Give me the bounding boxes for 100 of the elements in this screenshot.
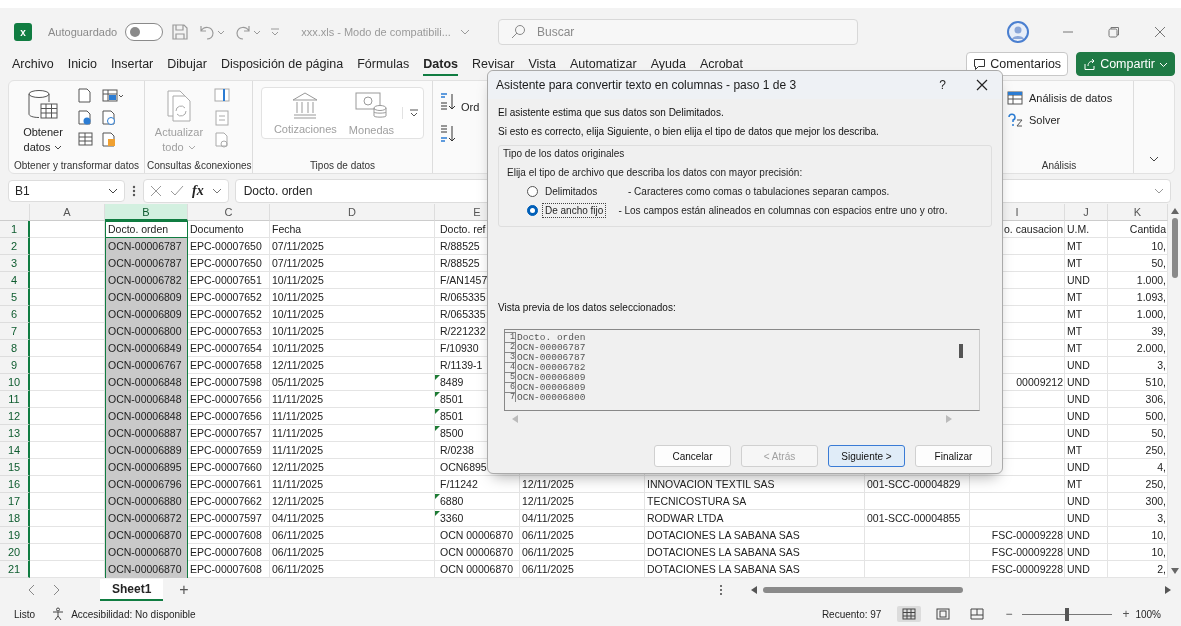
- table-cell-text: 50,: [1150, 256, 1167, 271]
- table-cell-text: 10,: [1150, 239, 1167, 254]
- table-cell: R/065335: [440, 291, 486, 303]
- table-cell-text: 11/11/2025: [271, 426, 324, 441]
- table-cell-text: 500,: [1144, 409, 1167, 424]
- table-cell-text: MT: [1066, 290, 1084, 305]
- table-cell-text: MT: [1066, 324, 1084, 339]
- table-cell-text: 10/11/2025: [271, 290, 325, 305]
- group-label: Obtener y transformar datos: [12, 160, 141, 171]
- table-cell: OCN 00006870: [440, 529, 513, 541]
- table-cell-text: 10/11/2025: [271, 307, 325, 322]
- table-cell-text: 4,: [1156, 460, 1167, 475]
- preview-line: OCN-00006809: [517, 381, 586, 393]
- dialog-text: El asistente estima que sus datos son Delimitados.: [498, 107, 725, 118]
- table-cell: OCN 00006870: [440, 563, 513, 575]
- table-cell-text: EPC-00007656: [189, 392, 263, 407]
- table-cell-text: 11/11/2025: [271, 443, 324, 458]
- table-cell-text: MT: [1066, 307, 1084, 322]
- table-cell: OCN-00006889: [105, 442, 188, 459]
- table-cell: OCN-00006895: [105, 459, 188, 476]
- table-cell: 6880: [440, 495, 464, 507]
- table-cell-text: 07/11/2025: [271, 239, 325, 254]
- table-cell-text: 12/11/2025: [271, 358, 325, 373]
- table-cell-text: EPC-00007656: [189, 409, 263, 424]
- line-number: 1: [505, 332, 516, 342]
- table-cell-text: UND: [1066, 494, 1091, 509]
- line-number: 2: [505, 342, 516, 352]
- line-number: 5: [505, 372, 516, 382]
- preview-line: OCN-00006787: [517, 351, 586, 363]
- table-cell: OCN-00006767: [105, 357, 188, 374]
- table-cell-text: EPC-00007651: [189, 273, 263, 288]
- group-label: Análisis: [1040, 160, 1078, 171]
- table-cell: OCN-00006870: [105, 561, 188, 578]
- table-cell-text: FSC-00009228: [990, 528, 1064, 543]
- table-cell-text: 10,: [1150, 528, 1167, 543]
- table-cell-text: MT: [1066, 477, 1084, 492]
- table-cell-text: 06/11/2025: [521, 528, 575, 543]
- table-cell-text: 10/11/2025: [271, 273, 325, 288]
- table-cell: R/88525: [440, 240, 480, 252]
- table-cell-text: MT: [1066, 341, 1084, 356]
- preview-line: OCN-00006787: [517, 341, 586, 353]
- table-cell-text: 1.000,: [1135, 273, 1167, 288]
- table-cell: OCN-00006870: [105, 544, 188, 561]
- table-cell-text: 12/11/2025: [521, 494, 575, 509]
- table-cell: R/221232: [440, 325, 486, 337]
- table-cell: OCN-00006796: [105, 476, 188, 493]
- table-cell-text: 11/11/2025: [271, 409, 324, 424]
- table-cell-text: 12/11/2025: [271, 494, 325, 509]
- table-cell: OCN-00006849: [105, 340, 188, 357]
- table-cell-text: EPC-00007608: [189, 528, 263, 543]
- table-cell-text: EPC-00007654: [189, 341, 263, 356]
- autosave-label: Autoguardado: [48, 26, 118, 38]
- table-cell-text: 11/11/2025: [271, 477, 324, 492]
- table-cell: R/065335: [440, 308, 486, 320]
- table-cell: F/11242: [440, 478, 478, 490]
- table-cell-text: EPC-00007660: [189, 460, 263, 475]
- table-cell-text: 300,: [1144, 494, 1167, 509]
- table-cell-text: 1.000,: [1135, 307, 1167, 322]
- option-description: - Caracteres como comas o tabulaciones separan campos.: [628, 186, 890, 197]
- table-cell: 8489: [440, 376, 464, 388]
- table-cell: R/0238: [440, 444, 474, 456]
- status-text: Listo: [14, 608, 36, 620]
- table-cell: OCN-00006809: [105, 306, 188, 323]
- table-cell-text: EPC-00007653: [189, 324, 263, 339]
- table-cell-text: EPC-00007652: [189, 307, 263, 322]
- table-cell-text: EPC-00007608: [189, 545, 263, 560]
- table-cell-text: 00009212: [1015, 375, 1064, 390]
- table-cell-text: EPC-00007608: [189, 562, 263, 577]
- table-cell-text: 001-SCC-00004855: [866, 511, 962, 526]
- group-label: Consultas &conexiones: [147, 160, 250, 171]
- table-cell: F/10930: [440, 342, 479, 354]
- table-cell-text: 1.093,: [1135, 290, 1167, 305]
- table-cell-text: EPC-00007598: [189, 375, 263, 390]
- table-cell: OCN-00006782: [105, 272, 188, 289]
- table-cell-text: 10,: [1150, 545, 1167, 560]
- option-description: - Los campos están alineados en columnas con espacios entre uno y otro.: [618, 205, 948, 216]
- table-cell-text: UND: [1066, 545, 1091, 560]
- table-cell-text: UND: [1066, 392, 1091, 407]
- table-cell-text: MT: [1066, 239, 1084, 254]
- table-cell: 3360: [440, 512, 464, 524]
- group-box-title: Tipo de los datos originales: [503, 148, 626, 159]
- table-cell-text: 06/11/2025: [271, 562, 325, 577]
- table-cell-text: INNOVACION TEXTIL SAS: [646, 477, 776, 492]
- table-cell-text: 3,: [1156, 358, 1167, 373]
- table-cell: Docto. ref: [440, 223, 486, 235]
- table-cell-text: MT: [1066, 256, 1084, 271]
- table-cell-text: RODWAR LTDA: [646, 511, 725, 526]
- table-cell: OCN-00006848: [105, 408, 188, 425]
- table-cell-text: FSC-00009228: [990, 545, 1064, 560]
- table-cell-text: UND: [1066, 460, 1091, 475]
- table-cell: OCN-00006848: [105, 374, 188, 391]
- table-cell-text: EPC-00007659: [189, 443, 263, 458]
- table-cell-text: o. causacion: [1003, 222, 1064, 237]
- table-cell-text: 07/11/2025: [271, 256, 325, 271]
- table-cell-text: 50,: [1150, 426, 1167, 441]
- preview-line: Docto. orden: [517, 331, 586, 343]
- table-cell-text: 04/11/2025: [271, 511, 325, 526]
- table-cell: OCN-00006887: [105, 425, 188, 442]
- table-cell: OCN-00006872: [105, 510, 188, 527]
- table-cell-text: 11/11/2025: [271, 392, 324, 407]
